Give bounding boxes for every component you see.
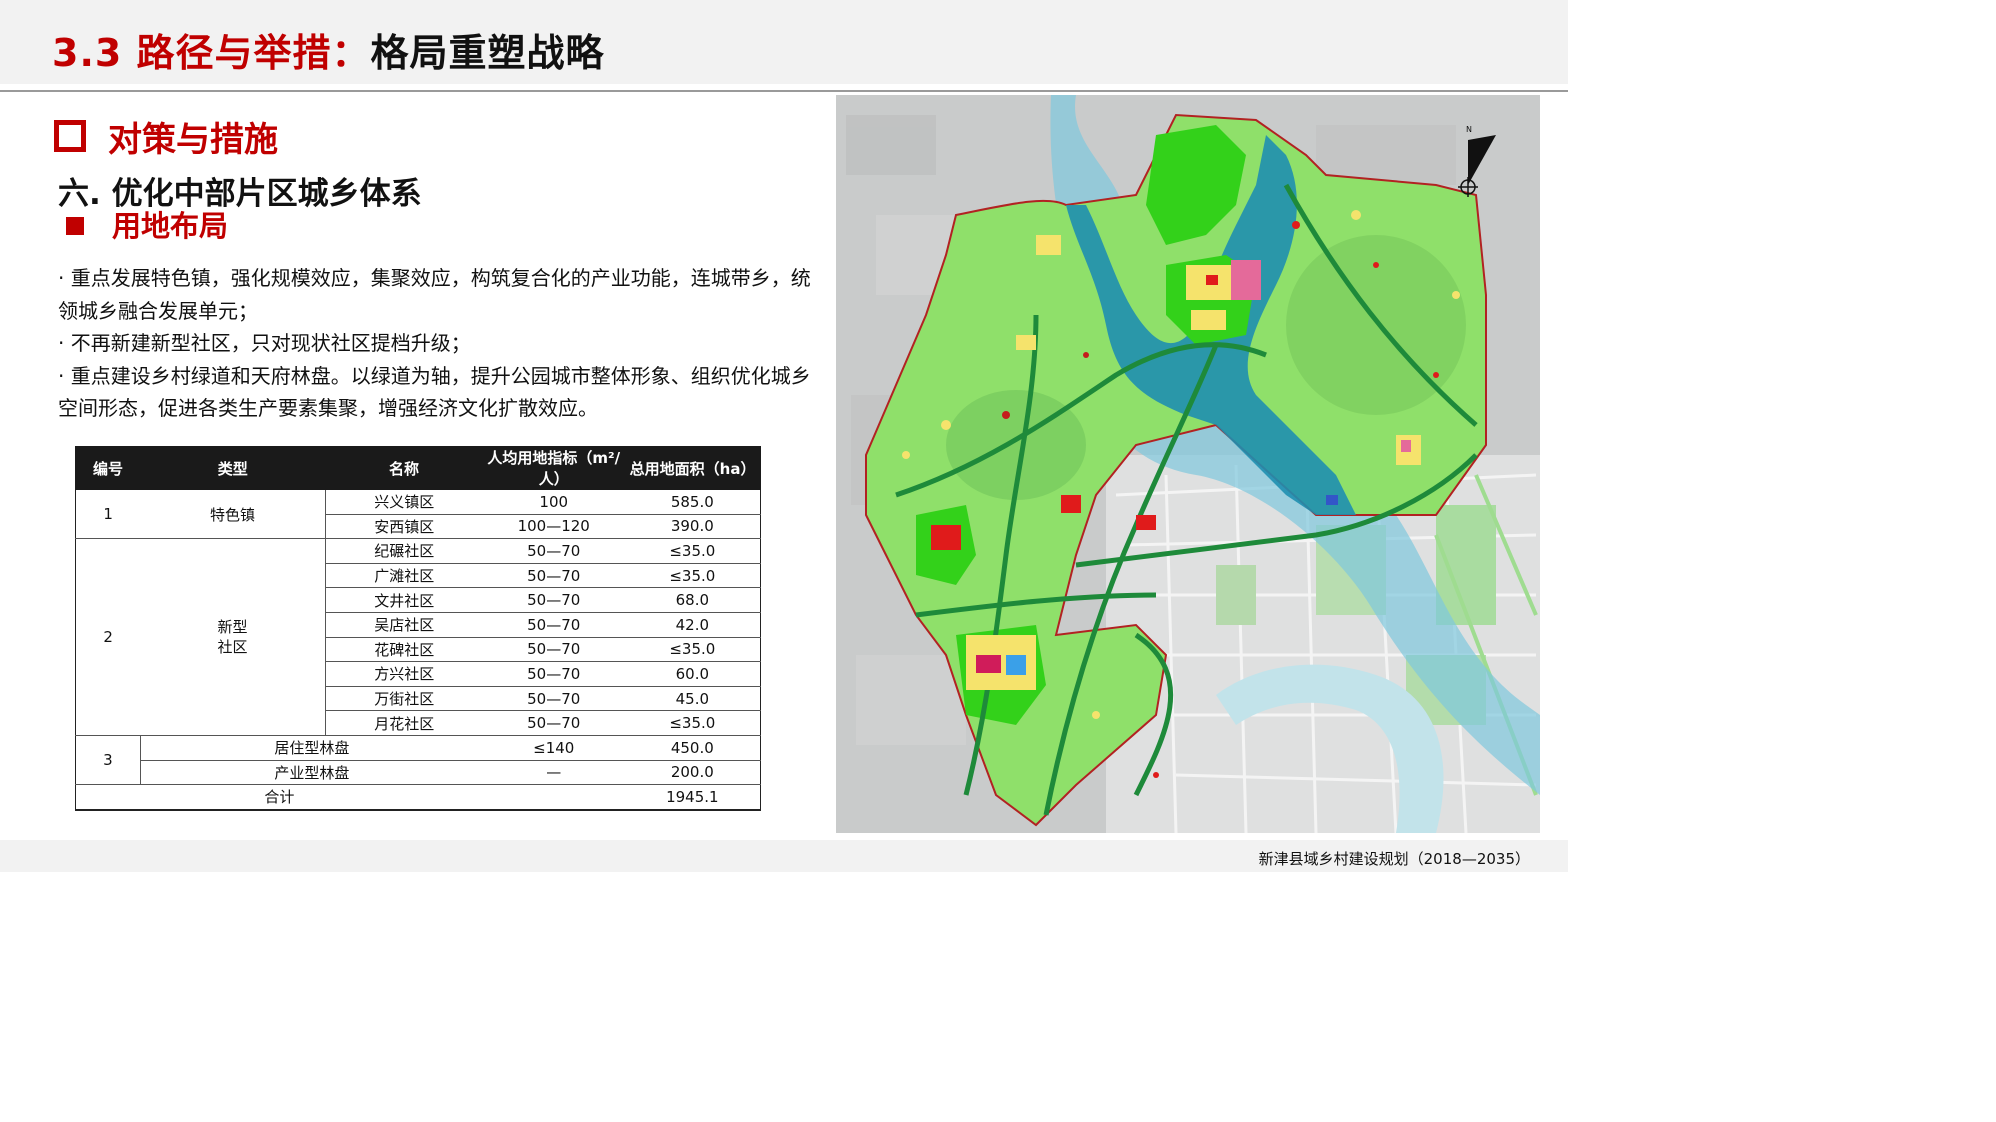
- cell-number: 3: [75, 735, 141, 786]
- cell-name: 产业型林盘: [140, 760, 483, 786]
- cell-area: 390.0: [624, 514, 761, 540]
- cell-index: 50—70: [482, 587, 625, 613]
- table-header-row: 编号 类型 名称 人均用地指标（m²/人） 总用地面积（ha）: [75, 446, 761, 490]
- subsubsection-heading: 用地布局: [66, 203, 228, 245]
- column-header: 名称: [324, 446, 484, 490]
- section-heading-text: 对策与措施: [108, 120, 278, 160]
- cell-index: 50—70: [482, 686, 625, 712]
- bullet-paragraph: · 重点建设乡村绿道和天府林盘。以绿道为轴，提升公园城市整体形象、组织优化城乡空…: [58, 363, 811, 421]
- hollow-square-icon: [54, 120, 86, 152]
- cell-index: 50—70: [482, 710, 625, 736]
- table-total-row: 合计 1945.1: [75, 784, 761, 811]
- header-divider: [0, 90, 1568, 92]
- cell-total-area: 1945.1: [624, 784, 761, 811]
- cell-name: 吴店社区: [325, 612, 483, 638]
- cell-index: 50—70: [482, 637, 625, 663]
- map-graphic: N: [836, 95, 1540, 833]
- cell-area: ≤35.0: [624, 637, 761, 663]
- cell-number: 1: [75, 489, 141, 540]
- subsubsection-heading-text: 用地布局: [112, 209, 229, 243]
- body-text: · 重点发展特色镇，强化规模效应，集聚效应，构筑复合化的产业功能，连城带乡，统领…: [58, 262, 818, 425]
- column-header: 总用地面积（ha）: [624, 446, 761, 490]
- title-main: 格局重塑战略: [370, 31, 605, 75]
- cell-area: 42.0: [624, 612, 761, 638]
- title-prefix: 3.3 路径与举措：: [52, 31, 371, 75]
- cell-name: 安西镇区: [325, 514, 483, 540]
- cell-index: 50—70: [482, 612, 625, 638]
- table-row: 产业型林盘 — 200.0: [76, 760, 761, 786]
- table-row: 3 居住型林盘 ≤140 450.0: [75, 735, 761, 786]
- section-heading: 对策与措施: [54, 112, 278, 161]
- column-header: 编号: [75, 446, 141, 490]
- cell-area: 585.0: [624, 489, 761, 515]
- cell-total-index: [482, 784, 625, 811]
- table-row: 1 特色镇 兴义镇区 100 585.0: [75, 489, 761, 540]
- cell-index: 100—120: [482, 514, 625, 540]
- land-use-map: N: [836, 95, 1540, 833]
- cell-type: 特色镇: [140, 489, 326, 540]
- cell-name: 方兴社区: [325, 661, 483, 687]
- column-header: 人均用地指标（m²/人）: [482, 446, 626, 490]
- cell-type-line: 社区: [217, 638, 248, 657]
- cell-name: 万街社区: [325, 686, 483, 712]
- page-title: 3.3 路径与举措：格局重塑战略: [52, 22, 605, 77]
- cell-area: 450.0: [624, 735, 761, 761]
- cell-area: 68.0: [624, 587, 761, 613]
- cell-total-label: 合计: [75, 784, 483, 811]
- cell-name: 文井社区: [325, 587, 483, 613]
- cell-number: 2: [75, 538, 141, 736]
- cell-area: ≤35.0: [624, 538, 761, 564]
- cell-index: 50—70: [482, 538, 625, 564]
- footer-text: 新津县域乡村建设规划（2018—2035）: [1258, 850, 1530, 868]
- cell-type: 新型 社区: [140, 538, 326, 736]
- cell-name: 广滩社区: [325, 563, 483, 589]
- land-use-table: 编号 类型 名称 人均用地指标（m²/人） 总用地面积（ha） 1 特色镇 兴义…: [75, 446, 761, 811]
- cell-name: 纪碾社区: [325, 538, 483, 564]
- cell-name: 花碑社区: [325, 637, 483, 663]
- cell-index: 100: [482, 489, 625, 515]
- cell-area: 45.0: [624, 686, 761, 712]
- cell-area: 200.0: [624, 760, 761, 786]
- cell-area: 60.0: [624, 661, 761, 687]
- cell-area: ≤35.0: [624, 563, 761, 589]
- cell-name: 兴义镇区: [325, 489, 483, 515]
- cell-type-line: 新型: [217, 618, 248, 637]
- cell-index: ≤140: [482, 735, 625, 761]
- cell-index: 50—70: [482, 661, 625, 687]
- solid-square-icon: [66, 217, 84, 235]
- column-header: 类型: [139, 446, 326, 490]
- table-row: 2 新型 社区 纪碾社区 50—70 ≤35.0: [75, 538, 761, 736]
- cell-index: —: [482, 760, 625, 786]
- north-label: N: [1466, 125, 1472, 134]
- cell-area: ≤35.0: [624, 710, 761, 736]
- cell-index: 50—70: [482, 563, 625, 589]
- bullet-paragraph: · 重点发展特色镇，强化规模效应，集聚效应，构筑复合化的产业功能，连城带乡，统领…: [58, 266, 811, 323]
- cell-name: 居住型林盘: [140, 735, 483, 761]
- bullet-paragraph: · 不再新建新型社区，只对现状社区提档升级；: [58, 331, 471, 355]
- cell-name: 月花社区: [325, 710, 483, 736]
